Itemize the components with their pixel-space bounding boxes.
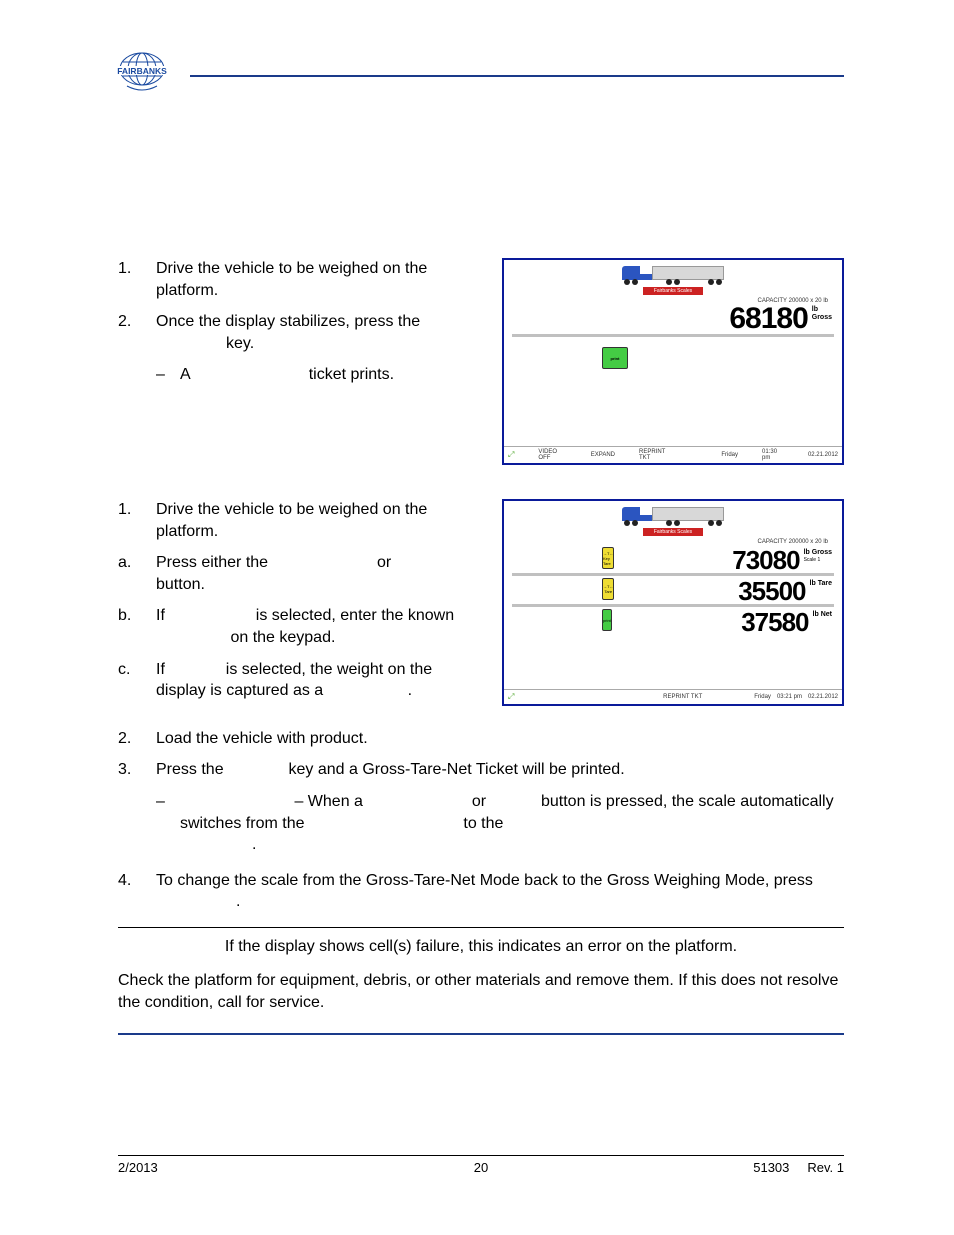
expand-corner-icon: ⤢ bbox=[508, 692, 514, 702]
failure-note-box: If the display shows cell(s) failure, th… bbox=[118, 927, 844, 1035]
header-rule bbox=[190, 75, 844, 77]
gross-reading: 73080 bbox=[732, 547, 799, 573]
svg-text:FAIRBANKS: FAIRBANKS bbox=[117, 66, 167, 76]
print-button-icon: print bbox=[602, 609, 612, 631]
screenshot-gross-mode: Fairbanks Scales CAPACITY 200000 x 20 lb… bbox=[502, 258, 844, 465]
fairbanks-logo: FAIRBANKS bbox=[115, 50, 170, 101]
truck-icon bbox=[622, 507, 724, 521]
reprint-label: REPRINT TKT bbox=[663, 694, 702, 700]
gtw-step-1: 1.Drive the vehicle to be weighed on the… bbox=[156, 499, 482, 542]
weight-reading: 68180 bbox=[729, 304, 807, 334]
page-footer: 2/2013 20 51303Rev. 1 bbox=[118, 1155, 844, 1175]
gtw-step-b: b. If is selected, enter the known on th… bbox=[156, 605, 482, 648]
expand-corner-icon: ⤢ bbox=[508, 450, 514, 460]
tare-reading: 35500 bbox=[738, 578, 805, 604]
step-2: 2. Once the display stabilizes, press th… bbox=[156, 311, 482, 386]
brand-bar: Fairbanks Scales bbox=[643, 528, 703, 536]
reprint-label: REPRINT TKT bbox=[639, 449, 673, 461]
note-heading: If the display shows cell(s) failure, th… bbox=[118, 938, 844, 956]
brand-bar: Fairbanks Scales bbox=[643, 287, 703, 295]
truck-icon bbox=[622, 266, 724, 280]
note-body: Check the platform for equipment, debris… bbox=[118, 970, 844, 1013]
gtw-step-2: 2.Load the vehicle with product. bbox=[156, 728, 844, 750]
gtw-step-3: 3. Press the key and a Gross-Tare-Net Ti… bbox=[156, 759, 844, 855]
gtw-step-a: a. Press either the or button. bbox=[156, 552, 482, 595]
video-off-label: VIDEO OFF bbox=[538, 449, 566, 461]
tare-button-icon: →T←Tare bbox=[602, 578, 614, 600]
gtw-step-4: 4. To change the scale from the Gross-Ta… bbox=[156, 870, 844, 913]
key-tare-button-icon: →T←Key Tare bbox=[602, 547, 614, 569]
gtw-step-c: c. If is selected, the weight on the dis… bbox=[156, 659, 482, 702]
step-1: 1.Drive the vehicle to be weighed on the… bbox=[156, 258, 482, 301]
page-number: 20 bbox=[118, 1160, 844, 1175]
print-button-icon: print bbox=[602, 347, 628, 369]
expand-label: EXPAND bbox=[591, 452, 615, 458]
net-reading: 37580 bbox=[741, 609, 808, 635]
screenshot-gtw-mode: Fairbanks Scales CAPACITY 200000 x 20 lb… bbox=[502, 499, 844, 706]
